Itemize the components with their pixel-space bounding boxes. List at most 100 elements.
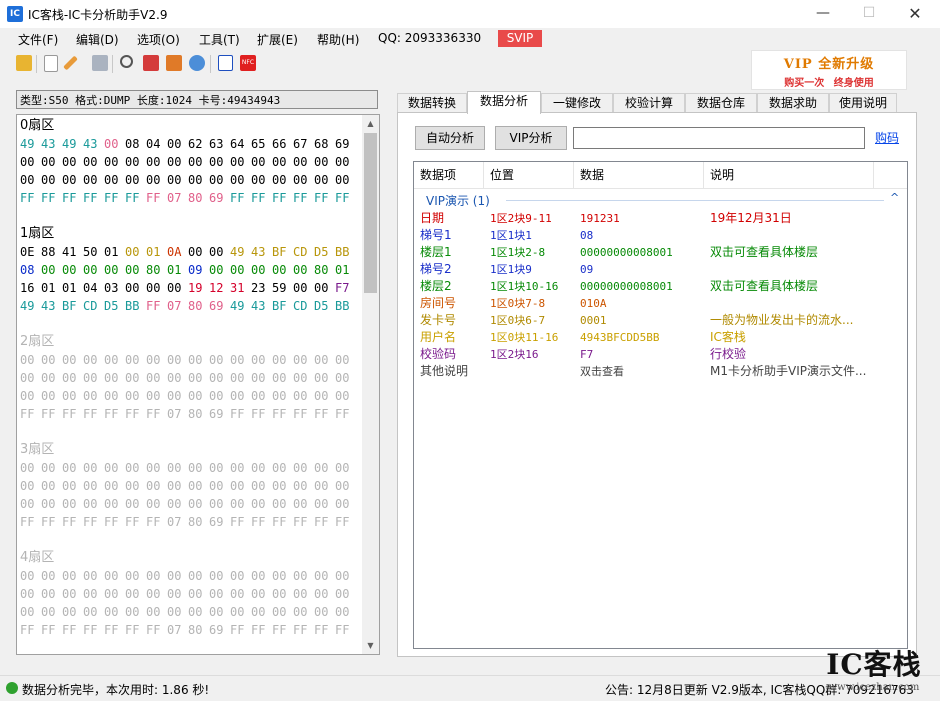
- hex-byte[interactable]: 00: [146, 477, 167, 495]
- hex-byte[interactable]: 00: [314, 387, 335, 405]
- hex-byte[interactable]: 00: [188, 477, 209, 495]
- hex-byte[interactable]: 41: [62, 243, 83, 261]
- hex-byte[interactable]: 03: [104, 279, 125, 297]
- hex-byte[interactable]: FF: [314, 405, 335, 423]
- hex-byte[interactable]: 00: [314, 603, 335, 621]
- hex-byte[interactable]: 00: [20, 153, 41, 171]
- hex-byte[interactable]: 69: [209, 405, 230, 423]
- hex-byte[interactable]: 00: [104, 135, 125, 153]
- hex-byte[interactable]: 00: [146, 351, 167, 369]
- hex-byte[interactable]: 00: [230, 567, 251, 585]
- hex-byte[interactable]: FF: [41, 621, 62, 639]
- hex-byte[interactable]: 00: [104, 261, 125, 279]
- hex-byte[interactable]: FF: [272, 513, 293, 531]
- hex-byte[interactable]: FF: [314, 621, 335, 639]
- col-position[interactable]: 位置: [484, 162, 574, 188]
- hex-byte[interactable]: FF: [125, 513, 146, 531]
- hex-byte[interactable]: 00: [314, 153, 335, 171]
- hex-byte[interactable]: 00: [41, 261, 62, 279]
- hex-byte[interactable]: 00: [125, 477, 146, 495]
- hex-byte[interactable]: 00: [272, 567, 293, 585]
- hex-byte[interactable]: 00: [335, 585, 356, 603]
- hex-byte[interactable]: 00: [230, 585, 251, 603]
- hex-byte[interactable]: FF: [272, 621, 293, 639]
- hex-byte[interactable]: 00: [125, 387, 146, 405]
- tab-data-warehouse[interactable]: 数据仓库: [685, 93, 757, 113]
- hex-byte[interactable]: 00: [188, 603, 209, 621]
- menu-help[interactable]: 帮助(H): [317, 31, 359, 48]
- hex-byte[interactable]: 00: [188, 243, 209, 261]
- refresh-icon[interactable]: [189, 55, 205, 71]
- hex-byte[interactable]: 00: [251, 171, 272, 189]
- hex-byte[interactable]: 00: [293, 495, 314, 513]
- hex-byte[interactable]: FF: [20, 513, 41, 531]
- hex-byte[interactable]: FF: [83, 405, 104, 423]
- hex-byte[interactable]: 00: [83, 603, 104, 621]
- hex-byte[interactable]: 50: [83, 243, 104, 261]
- hex-byte[interactable]: BB: [335, 297, 356, 315]
- hex-byte[interactable]: 00: [314, 585, 335, 603]
- hex-byte[interactable]: 69: [209, 189, 230, 207]
- edit-pen-icon[interactable]: [63, 55, 78, 71]
- hex-byte[interactable]: 88: [41, 243, 62, 261]
- hex-byte[interactable]: 00: [272, 459, 293, 477]
- hex-byte[interactable]: FF: [314, 513, 335, 531]
- hex-byte[interactable]: D5: [314, 243, 335, 261]
- hex-byte[interactable]: 00: [125, 369, 146, 387]
- hex-byte[interactable]: 00: [314, 495, 335, 513]
- hex-byte[interactable]: 00: [62, 477, 83, 495]
- hex-byte[interactable]: 00: [293, 279, 314, 297]
- hex-byte[interactable]: FF: [293, 621, 314, 639]
- hex-byte[interactable]: FF: [41, 405, 62, 423]
- hex-byte[interactable]: 00: [125, 171, 146, 189]
- hex-byte[interactable]: 00: [314, 567, 335, 585]
- hex-byte[interactable]: 00: [41, 351, 62, 369]
- hex-byte[interactable]: 00: [146, 369, 167, 387]
- hex-byte[interactable]: 00: [41, 585, 62, 603]
- hex-byte[interactable]: 08: [125, 135, 146, 153]
- hex-byte[interactable]: 16: [20, 279, 41, 297]
- hex-byte[interactable]: 00: [335, 477, 356, 495]
- hex-byte[interactable]: 00: [125, 459, 146, 477]
- menu-file[interactable]: 文件(F): [18, 31, 58, 48]
- hex-byte[interactable]: 00: [251, 351, 272, 369]
- hex-byte[interactable]: 43: [83, 135, 104, 153]
- hex-byte[interactable]: 00: [83, 495, 104, 513]
- hex-byte[interactable]: 00: [188, 153, 209, 171]
- hex-byte[interactable]: FF: [251, 189, 272, 207]
- hex-byte[interactable]: 00: [209, 567, 230, 585]
- hex-byte[interactable]: FF: [335, 621, 356, 639]
- hex-byte[interactable]: 00: [188, 567, 209, 585]
- hex-byte[interactable]: F7: [335, 279, 356, 297]
- hex-byte[interactable]: BF: [62, 297, 83, 315]
- hex-byte[interactable]: 00: [251, 585, 272, 603]
- hex-byte[interactable]: 00: [83, 387, 104, 405]
- hex-byte[interactable]: CD: [83, 297, 104, 315]
- hex-byte[interactable]: 00: [272, 495, 293, 513]
- hex-byte[interactable]: 00: [188, 171, 209, 189]
- list-item[interactable]: 校验码 1区2块16 F7 行校验: [414, 346, 904, 363]
- hex-byte[interactable]: 00: [314, 351, 335, 369]
- hex-byte[interactable]: 00: [146, 495, 167, 513]
- hex-byte[interactable]: 43: [251, 243, 272, 261]
- hex-byte[interactable]: 00: [251, 603, 272, 621]
- hex-byte[interactable]: FF: [83, 621, 104, 639]
- hex-byte[interactable]: 00: [293, 459, 314, 477]
- hex-byte[interactable]: 49: [20, 135, 41, 153]
- hex-byte[interactable]: 00: [272, 351, 293, 369]
- hex-byte[interactable]: BF: [272, 297, 293, 315]
- hex-byte[interactable]: 00: [188, 495, 209, 513]
- hex-byte[interactable]: 00: [335, 567, 356, 585]
- hex-byte[interactable]: 00: [335, 171, 356, 189]
- hex-byte[interactable]: FF: [251, 405, 272, 423]
- hex-byte[interactable]: 00: [335, 387, 356, 405]
- hex-byte[interactable]: 00: [293, 567, 314, 585]
- hex-byte[interactable]: 00: [335, 603, 356, 621]
- hex-byte[interactable]: 00: [125, 585, 146, 603]
- hex-byte[interactable]: 00: [146, 459, 167, 477]
- hex-byte[interactable]: FF: [41, 189, 62, 207]
- hex-byte[interactable]: 01: [104, 243, 125, 261]
- hex-byte[interactable]: 00: [272, 603, 293, 621]
- list-item[interactable]: 发卡号 1区0块6-7 0001 一般为物业发出卡的流水...: [414, 312, 904, 329]
- hex-byte[interactable]: 00: [293, 261, 314, 279]
